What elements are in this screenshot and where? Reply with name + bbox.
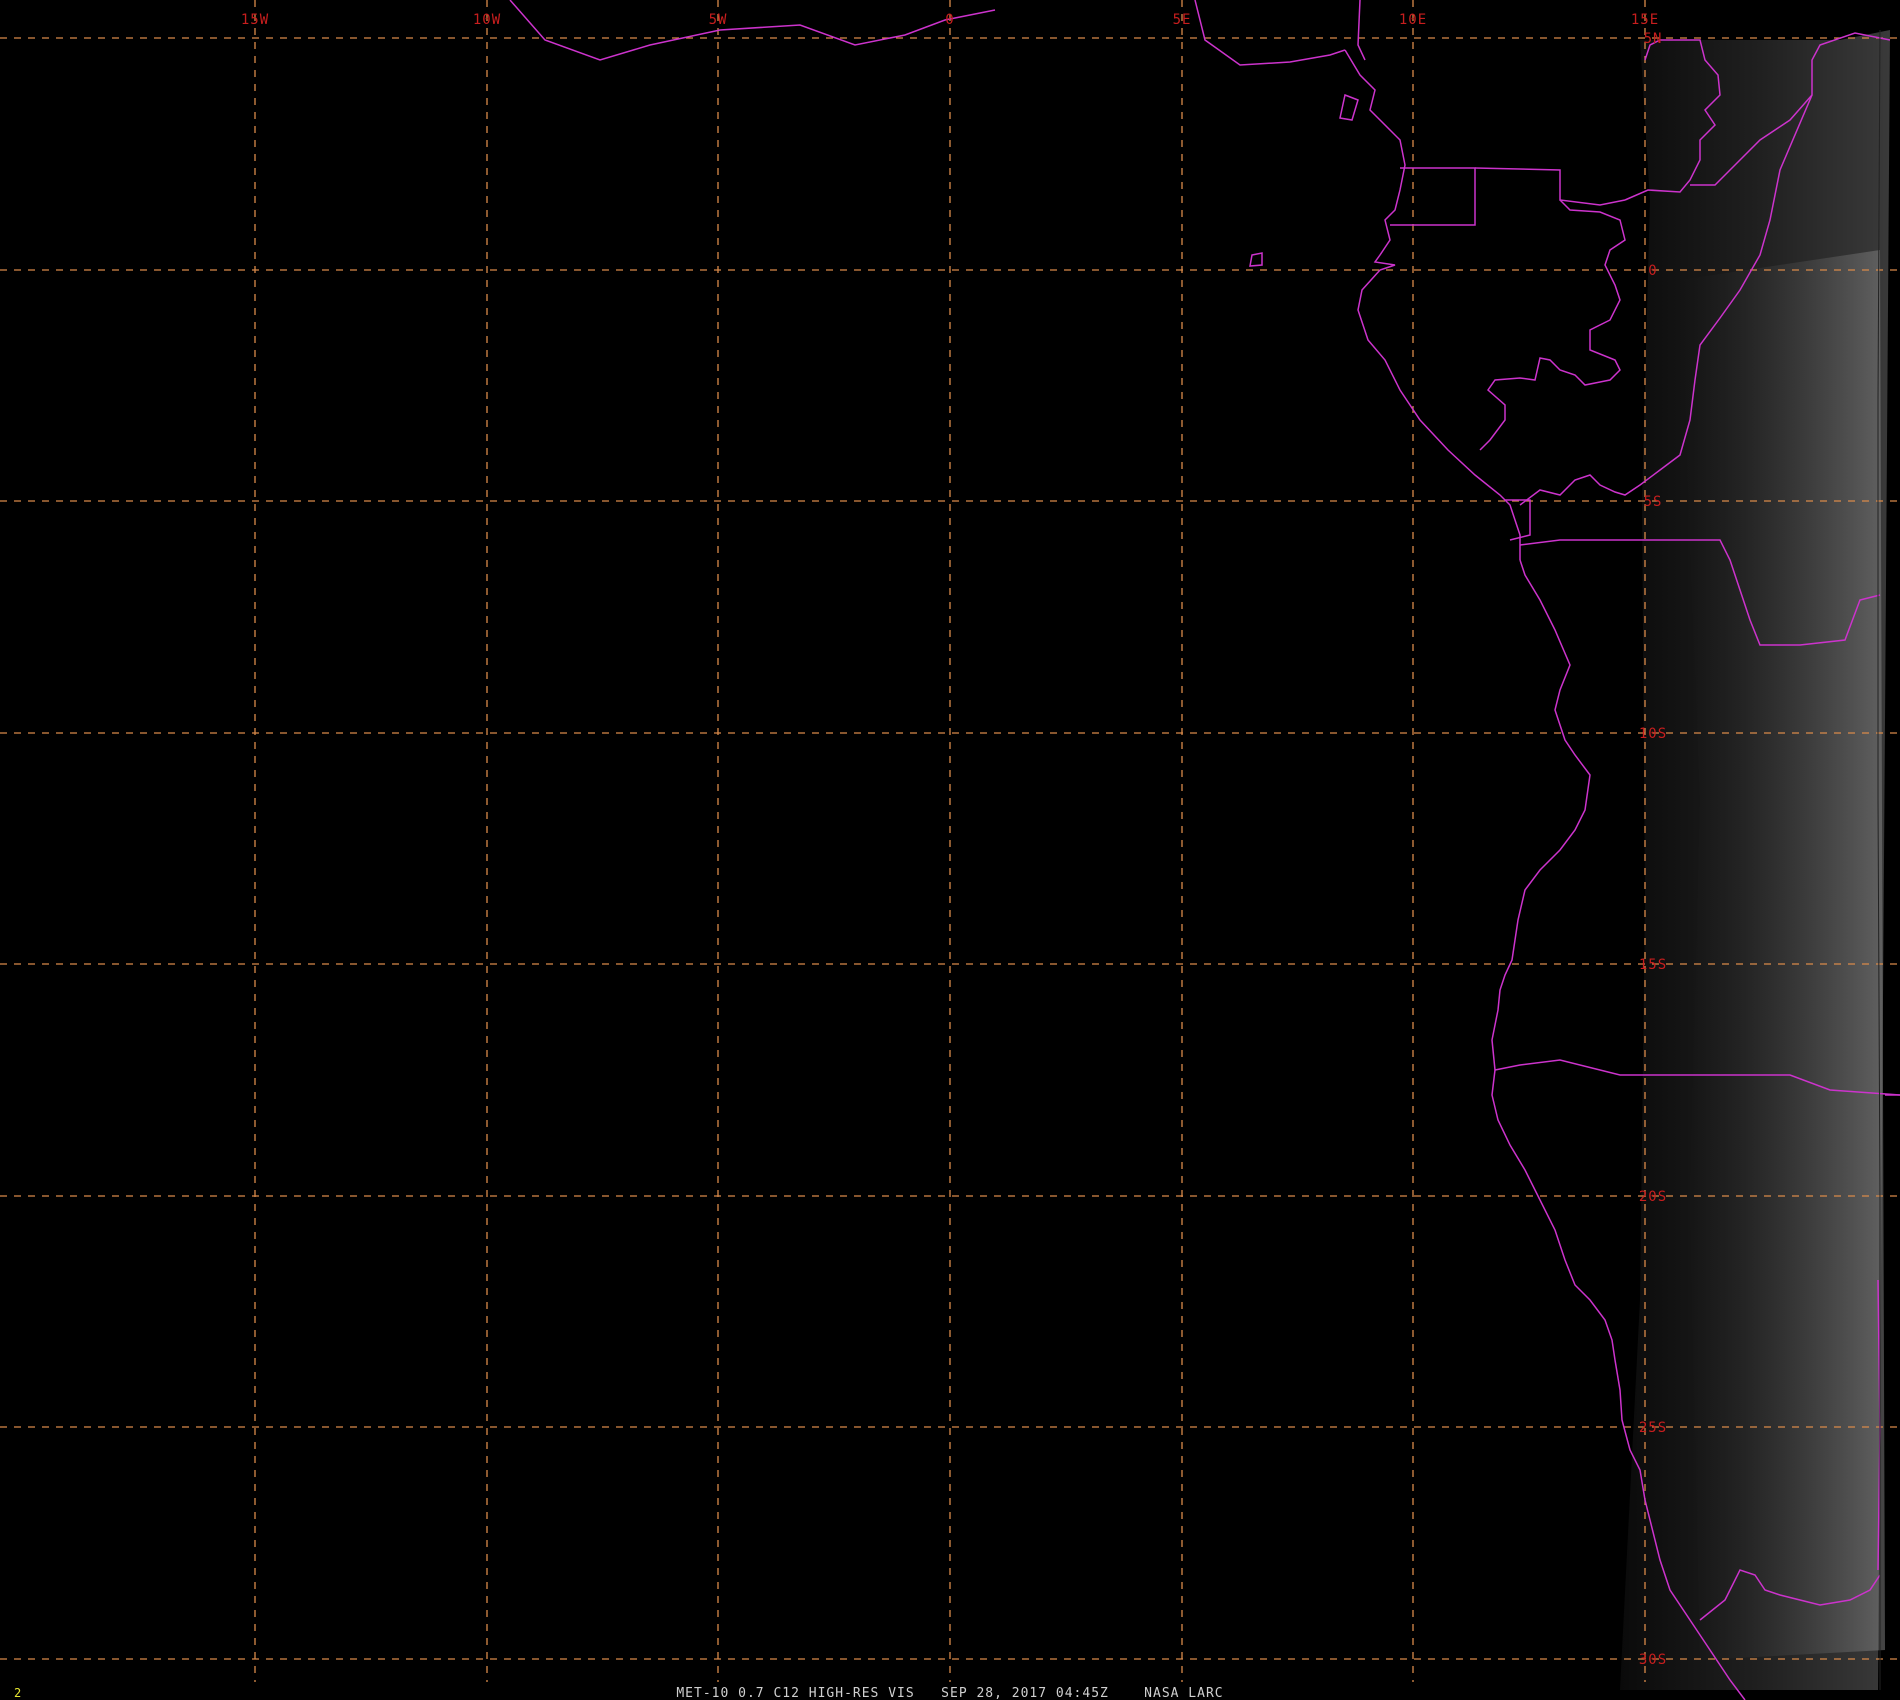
longitude-label: 0 — [945, 12, 954, 28]
latitude-label: 15S — [1639, 957, 1667, 973]
latitude-label: 10S — [1639, 726, 1667, 742]
longitude-label: 15W — [241, 12, 269, 28]
latitude-label: 20S — [1639, 1189, 1667, 1205]
latitude-label: 5S — [1644, 494, 1663, 510]
longitude-label: 10E — [1399, 12, 1427, 28]
longitude-label: 15E — [1631, 12, 1659, 28]
frame-number: 2 — [14, 1686, 21, 1700]
cloud-texture-band — [1680, 250, 1885, 1660]
satellite-map: 15W 10W 5W 0 5E 10E 15E 5N 0 5S 10S 15S 20S 25S 30S 2… — [0, 0, 1900, 1700]
longitude-label: 5W — [709, 12, 728, 28]
latitude-label: 30S — [1639, 1652, 1667, 1668]
latitude-label: 0 — [1648, 263, 1657, 279]
latitude-label: 25S — [1639, 1420, 1667, 1436]
image-caption: MET-10 0.7 C12 HIGH-RES VIS SEP 28, 2017… — [676, 1686, 1223, 1700]
latitude-label: 5N — [1644, 31, 1663, 47]
longitude-label: 5E — [1173, 12, 1192, 28]
longitude-label: 10W — [473, 12, 501, 28]
